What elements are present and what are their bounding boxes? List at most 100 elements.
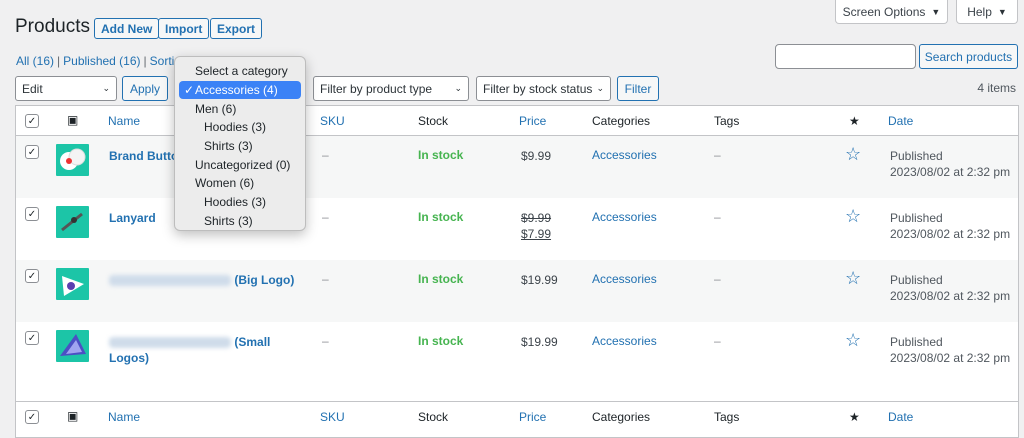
price-value: $19.99 [521, 273, 558, 287]
featured-star-icon[interactable]: ☆ [845, 268, 861, 289]
column-categories: Categories [592, 410, 651, 424]
search-products-button[interactable]: Search products [919, 44, 1018, 69]
row-checkbox[interactable]: ✓ [25, 145, 39, 159]
regular-price: $9.99 [521, 211, 552, 225]
image-column-icon: ▣ [67, 113, 79, 127]
category-link[interactable]: Accessories [592, 272, 657, 286]
product-thumbnail[interactable] [56, 268, 89, 300]
help-button[interactable]: Help ▼ [956, 0, 1018, 24]
blurred-text [109, 337, 231, 349]
sku-value: – [322, 210, 329, 224]
category-dropdown-menu[interactable]: Select a category ✓ Accessories (4) Men (… [174, 56, 306, 231]
image-column-icon: ▣ [67, 409, 79, 423]
status-text: Published [890, 211, 943, 225]
column-stock: Stock [418, 114, 449, 128]
category-option-women-shirts[interactable]: Shirts (3) [175, 212, 305, 231]
checkmark-icon: ✓ [184, 83, 195, 98]
featured-star-icon[interactable]: ☆ [845, 206, 861, 227]
category-option-women-hoodies[interactable]: Hoodies (3) [175, 193, 305, 212]
chevron-down-icon: ⌄ [102, 83, 110, 93]
category-option-uncategorized[interactable]: Uncategorized (0) [175, 155, 305, 174]
select-all-checkbox[interactable]: ✓ [25, 114, 39, 128]
table-row: ✓ Lanyard – In stock $9.99 $7.99 Accessor… [16, 198, 1018, 260]
date-value: Published 2023/08/02 at 2:32 pm [890, 148, 1010, 180]
column-price[interactable]: Price [519, 410, 546, 424]
blurred-text [109, 275, 231, 287]
product-name-link[interactable]: Brand Butto [109, 148, 178, 164]
caret-down-icon: ▼ [997, 6, 1007, 17]
column-sku[interactable]: SKU [320, 114, 345, 128]
filter-button[interactable]: Filter [617, 76, 659, 101]
row-checkbox[interactable]: ✓ [25, 331, 39, 345]
stock-status: In stock [418, 272, 464, 286]
status-text: Published [890, 335, 943, 349]
view-published-link[interactable]: Published (16) [63, 54, 140, 68]
items-count: 4 items [977, 81, 1016, 95]
column-date[interactable]: Date [888, 114, 913, 128]
row-checkbox[interactable]: ✓ [25, 207, 39, 221]
product-name-text: (Big Logo) [234, 273, 295, 287]
featured-star-icon[interactable]: ☆ [845, 330, 861, 351]
stock-status-select[interactable]: Filter by stock status ⌄ [476, 76, 611, 101]
table-footer: ✓ ▣ Name SKU Stock Price Categories Tags… [16, 401, 1018, 431]
column-name[interactable]: Name [108, 410, 140, 424]
table-header: ✓ ▣ Name SKU Stock Price Categories Tags… [16, 106, 1018, 136]
category-option-men[interactable]: Men (6) [175, 99, 305, 118]
column-tags: Tags [714, 114, 740, 128]
product-name-link[interactable]: (Small Logos) [109, 334, 270, 366]
table-row: ✓ (Small Logos) – In stock $19.99 Accesso… [16, 322, 1018, 384]
products-table: ✓ ▣ Name SKU Stock Price Categories Tags… [15, 105, 1019, 438]
product-name-link[interactable]: Lanyard [109, 210, 156, 226]
status-text: Published [890, 273, 943, 287]
category-link[interactable]: Accessories [592, 210, 657, 224]
category-link[interactable]: Accessories [592, 148, 657, 162]
view-all-link[interactable]: All (16) [16, 54, 54, 68]
column-date[interactable]: Date [888, 410, 913, 424]
featured-star-icon[interactable]: ☆ [845, 144, 861, 165]
price-value: $9.99 $7.99 [521, 210, 551, 242]
price-value: $19.99 [521, 335, 558, 349]
product-thumbnail[interactable] [56, 206, 89, 238]
category-link[interactable]: Accessories [592, 334, 657, 348]
bulk-action-value: Edit [22, 81, 43, 96]
bulk-action-select[interactable]: Edit ⌄ [15, 76, 117, 101]
featured-column-star-icon[interactable]: ★ [849, 114, 860, 128]
screen-options-button[interactable]: Screen Options ▼ [835, 0, 948, 24]
column-name[interactable]: Name [108, 114, 140, 128]
sale-price: $7.99 [521, 227, 552, 241]
import-button[interactable]: Import [158, 18, 210, 39]
date-text: 2023/08/02 at 2:32 pm [890, 351, 1011, 365]
search-input[interactable] [775, 44, 916, 69]
tags-value: – [714, 272, 721, 286]
sku-value: – [322, 272, 329, 286]
column-price[interactable]: Price [519, 114, 546, 128]
category-option-accessories[interactable]: ✓ Accessories (4) [179, 80, 301, 100]
category-option-placeholder[interactable]: Select a category [175, 62, 305, 81]
date-value: Published 2023/08/02 at 2:32 pm [890, 210, 1010, 242]
sku-value: – [322, 334, 329, 348]
export-button[interactable]: Export [210, 18, 263, 39]
apply-button[interactable]: Apply [122, 76, 168, 101]
price-value: $9.99 [521, 149, 552, 163]
featured-column-star-icon[interactable]: ★ [849, 410, 860, 424]
date-value: Published 2023/08/02 at 2:32 pm [890, 334, 1010, 366]
category-option-women[interactable]: Women (6) [175, 174, 305, 193]
date-text: 2023/08/02 at 2:32 pm [890, 227, 1011, 241]
view-filters: All (16) | Published (16) | Sorting [16, 54, 188, 68]
product-type-select[interactable]: Filter by product type ⌄ [313, 76, 469, 101]
page-title: Products [15, 16, 90, 37]
column-sku[interactable]: SKU [320, 410, 345, 424]
option-label: Accessories (4) [195, 83, 278, 98]
tags-value: – [714, 334, 721, 348]
category-option-men-shirts[interactable]: Shirts (3) [175, 137, 305, 156]
select-all-checkbox[interactable]: ✓ [25, 410, 39, 424]
product-name-link[interactable]: (Big Logo) [109, 272, 294, 288]
tags-value: – [714, 148, 721, 162]
product-thumbnail[interactable] [56, 330, 89, 362]
product-thumbnail[interactable] [56, 144, 89, 176]
chevron-down-icon: ⌄ [454, 83, 462, 93]
category-option-men-hoodies[interactable]: Hoodies (3) [175, 118, 305, 137]
add-new-button[interactable]: Add New [94, 18, 160, 39]
row-checkbox[interactable]: ✓ [25, 269, 39, 283]
date-text: 2023/08/02 at 2:32 pm [890, 289, 1011, 303]
